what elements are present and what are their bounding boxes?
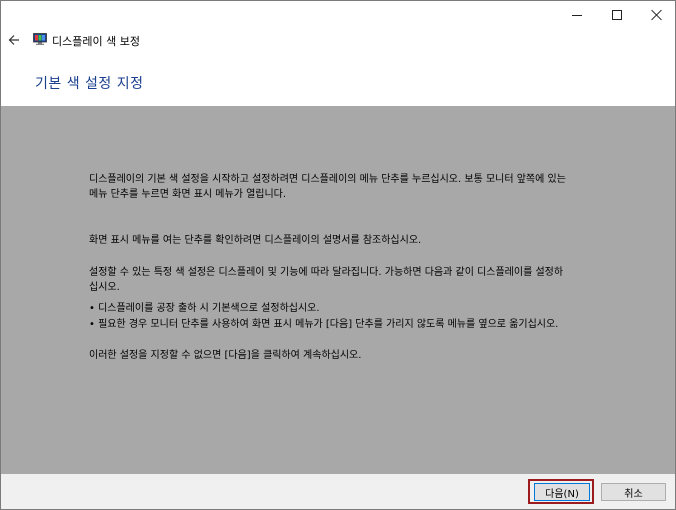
window-title: 디스플레이 색 보정 (52, 35, 140, 48)
instruction-bullet: • 디스플레이를 공장 출하 시 기본색으로 설정하십시오. (89, 303, 320, 314)
back-arrow-icon (8, 35, 19, 45)
button-bar: 다음(N) 취소 (1, 474, 675, 509)
instruction-paragraph: 이러한 설정을 지정할 수 없으면 [다음]을 클릭하여 계속하십시오. (89, 350, 362, 361)
close-icon (651, 9, 663, 21)
close-button[interactable] (635, 1, 675, 29)
minimize-button[interactable] (555, 1, 599, 29)
title-bar (1, 1, 675, 29)
instruction-paragraph: 화면 표시 메뉴를 여는 단추를 확인하려면 디스플레이의 설명서를 참조하십시… (89, 235, 422, 246)
instruction-panel: 디스플레이의 기본 색 설정을 시작하고 설정하려면 디스플레이의 메뉴 단추를… (1, 106, 675, 474)
instruction-paragraph: 설정할 수 있는 특정 색 설정은 디스플레이 및 기능에 따라 달라집니다. … (89, 267, 564, 293)
maximize-button[interactable] (595, 1, 639, 29)
cancel-button[interactable]: 취소 (601, 483, 666, 501)
calibration-window: 디스플레이 색 보정 기본 색 설정 지정 디스플레이의 기본 색 설정을 시작… (0, 0, 676, 510)
page-heading: 기본 색 설정 지정 (35, 76, 144, 92)
minimize-icon (572, 14, 582, 16)
maximize-icon (612, 10, 622, 20)
next-button[interactable]: 다음(N) (534, 483, 590, 501)
back-button[interactable] (5, 31, 23, 49)
instruction-bullet: • 필요한 경우 모니터 단추를 사용하여 화면 표시 메뉴가 [다음] 단추를… (89, 319, 559, 330)
instruction-paragraph: 디스플레이의 기본 색 설정을 시작하고 설정하려면 디스플레이의 메뉴 단추를… (89, 174, 566, 200)
monitor-color-icon (33, 33, 47, 45)
